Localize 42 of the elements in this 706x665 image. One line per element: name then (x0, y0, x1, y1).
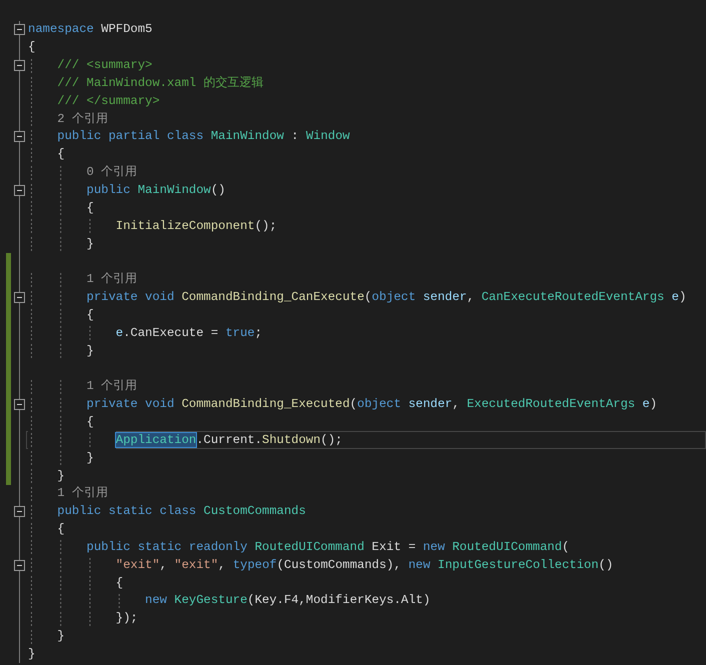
code-line: new KeyGesture(Key.F4,ModifierKeys.Alt) (145, 592, 430, 610)
code-line: { (86, 200, 94, 217)
code-line: { (86, 306, 94, 324)
collapse-icon[interactable] (14, 60, 25, 72)
collapse-icon[interactable] (14, 399, 25, 410)
code-line: }); (116, 610, 138, 628)
code-line: { (57, 521, 65, 538)
code-line: } (57, 628, 65, 646)
code-line: "exit", "exit", typeof(CustomCommands), new InputGestureCollection() (116, 556, 614, 574)
collapse-icon[interactable] (14, 185, 25, 196)
reference-count[interactable]: 1 个引用 (86, 378, 138, 396)
code-line: public static class CustomCommands (57, 503, 306, 520)
code-line: { (28, 39, 36, 56)
code-line: private void CommandBinding_Executed(object sender, ExecutedRoutedEventArgs e) (86, 396, 658, 414)
code-line: Application.Current.Shutdown(); (116, 432, 342, 449)
collapse-icon[interactable] (14, 24, 25, 36)
code-line: } (86, 236, 94, 253)
code-comment: /// <summary> (57, 57, 152, 74)
code-line: } (86, 450, 94, 467)
code-comment: /// </summary> (57, 92, 160, 110)
code-line: } (57, 468, 65, 485)
reference-count[interactable]: 1 个引用 (57, 485, 108, 502)
reference-count[interactable]: 0 个引用 (86, 164, 138, 182)
code-line: public MainWindow() (86, 182, 226, 200)
code-line: { (86, 414, 94, 431)
code-line: namespace WPFDom5 (28, 21, 152, 38)
collapse-icon[interactable] (14, 506, 25, 518)
code-line: e.CanExecute = true; (116, 324, 262, 342)
reference-count[interactable]: 2 个引用 (57, 110, 108, 128)
code-comment: /// MainWindow.xaml 的交互逻辑 (57, 74, 264, 92)
code-line: { (116, 574, 124, 592)
code-line: } (28, 646, 36, 663)
collapse-icon[interactable] (14, 131, 25, 142)
code-line: { (57, 146, 65, 164)
collapse-icon[interactable] (14, 560, 25, 571)
code-line: public partial class MainWindow : Window (57, 128, 350, 146)
code-line: InitializeComponent(); (116, 218, 277, 235)
reference-count[interactable]: 1 个引用 (86, 271, 138, 288)
code-line: } (86, 342, 94, 360)
collapse-icon[interactable] (14, 292, 25, 304)
code-line: public static readonly RoutedUICommand Exit = new RoutedUICommand( (86, 538, 570, 556)
code-line: private void CommandBinding_CanExecute(object sender, CanExecuteRoutedEventArgs e) (86, 289, 686, 306)
